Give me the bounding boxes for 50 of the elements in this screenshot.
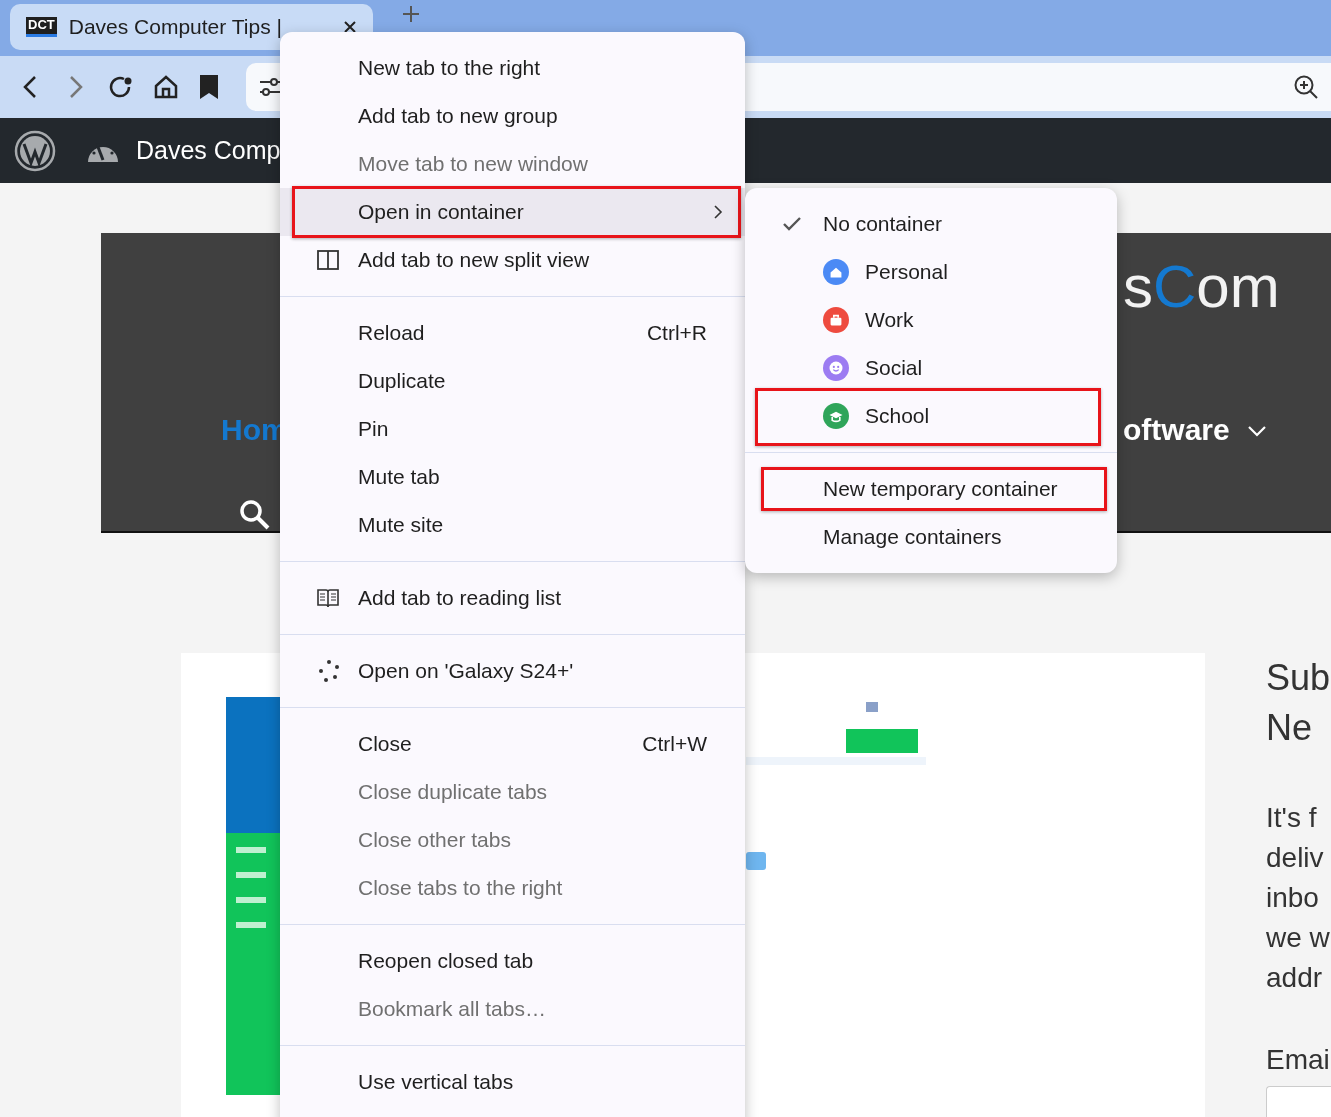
menu-item[interactable]: New temporary container <box>745 465 1117 513</box>
menu-item[interactable]: Reload Ctrl+R <box>280 309 745 357</box>
chevron-down-icon[interactable] <box>1247 425 1267 437</box>
menu-item[interactable]: Mute site <box>280 501 745 549</box>
menu-item[interactable]: Use vertical tabs <box>280 1058 745 1106</box>
wordpress-logo[interactable] <box>14 129 56 172</box>
menu-item[interactable]: Pin <box>280 405 745 453</box>
shortcut-text: Ctrl+W <box>642 731 707 758</box>
shortcut-text: Ctrl+R <box>646 320 707 347</box>
split-view-icon <box>317 250 339 270</box>
new-tab-button[interactable] <box>401 4 421 24</box>
menu-item[interactable]: Manage containers <box>745 513 1117 561</box>
tab-title: Daves Computer Tips | <box>68 14 282 41</box>
menu-item[interactable]: Duplicate <box>280 357 745 405</box>
favicon: DCT <box>26 17 57 37</box>
menu-item[interactable]: Close Ctrl+W <box>280 720 745 768</box>
sidebar-heading-line: Ne <box>1266 706 1314 750</box>
menu-item[interactable]: Add tab to new group <box>280 92 745 140</box>
menu-item[interactable]: Open on 'Galaxy S24+' <box>280 647 745 695</box>
dotted-circle-icon <box>317 659 341 683</box>
zoom-icon[interactable] <box>1293 74 1319 100</box>
menu-item[interactable]: Add tab to reading list <box>280 574 745 622</box>
menu-item[interactable]: No container <box>745 200 1117 248</box>
menu-item[interactable]: School <box>745 392 1117 440</box>
email-label: Emai <box>1266 1043 1331 1077</box>
sidebar-text-line: we w <box>1266 921 1331 955</box>
site-name-link[interactable]: Daves Comp <box>136 131 281 170</box>
menu-item[interactable]: Add tab to new split view <box>280 236 745 284</box>
bookmark-button[interactable] <box>198 73 220 101</box>
sidebar-text-line: addr <box>1266 961 1324 995</box>
sidebar-heading-line: Sub <box>1266 656 1331 700</box>
chevron-right-icon <box>713 204 723 220</box>
sidebar-text-line: deliv <box>1266 841 1325 875</box>
site-logo-text[interactable]: sCom <box>1123 257 1280 317</box>
menu-item[interactable]: Personal <box>745 248 1117 296</box>
sidebar-text-line: inbo <box>1266 881 1320 915</box>
menu-item[interactable]: Social <box>745 344 1117 392</box>
menu-item[interactable]: Work <box>745 296 1117 344</box>
browser-tab[interactable]: DCT Daves Computer Tips | <box>10 4 373 50</box>
book-icon <box>317 588 339 608</box>
menu-item[interactable]: Reopen closed tab <box>280 937 745 985</box>
menu-item[interactable]: Open in container <box>280 188 745 236</box>
nav-dropdown-label[interactable]: oftware <box>1123 415 1230 445</box>
checkmark-icon <box>782 216 802 232</box>
close-tab-button[interactable] <box>343 20 357 34</box>
search-icon[interactable] <box>239 499 271 531</box>
sidebar-text-line: It's f <box>1266 801 1318 835</box>
site-settings-icon[interactable] <box>258 75 282 99</box>
home-button[interactable] <box>152 73 180 101</box>
menu-item[interactable]: Mute tab <box>280 453 745 501</box>
